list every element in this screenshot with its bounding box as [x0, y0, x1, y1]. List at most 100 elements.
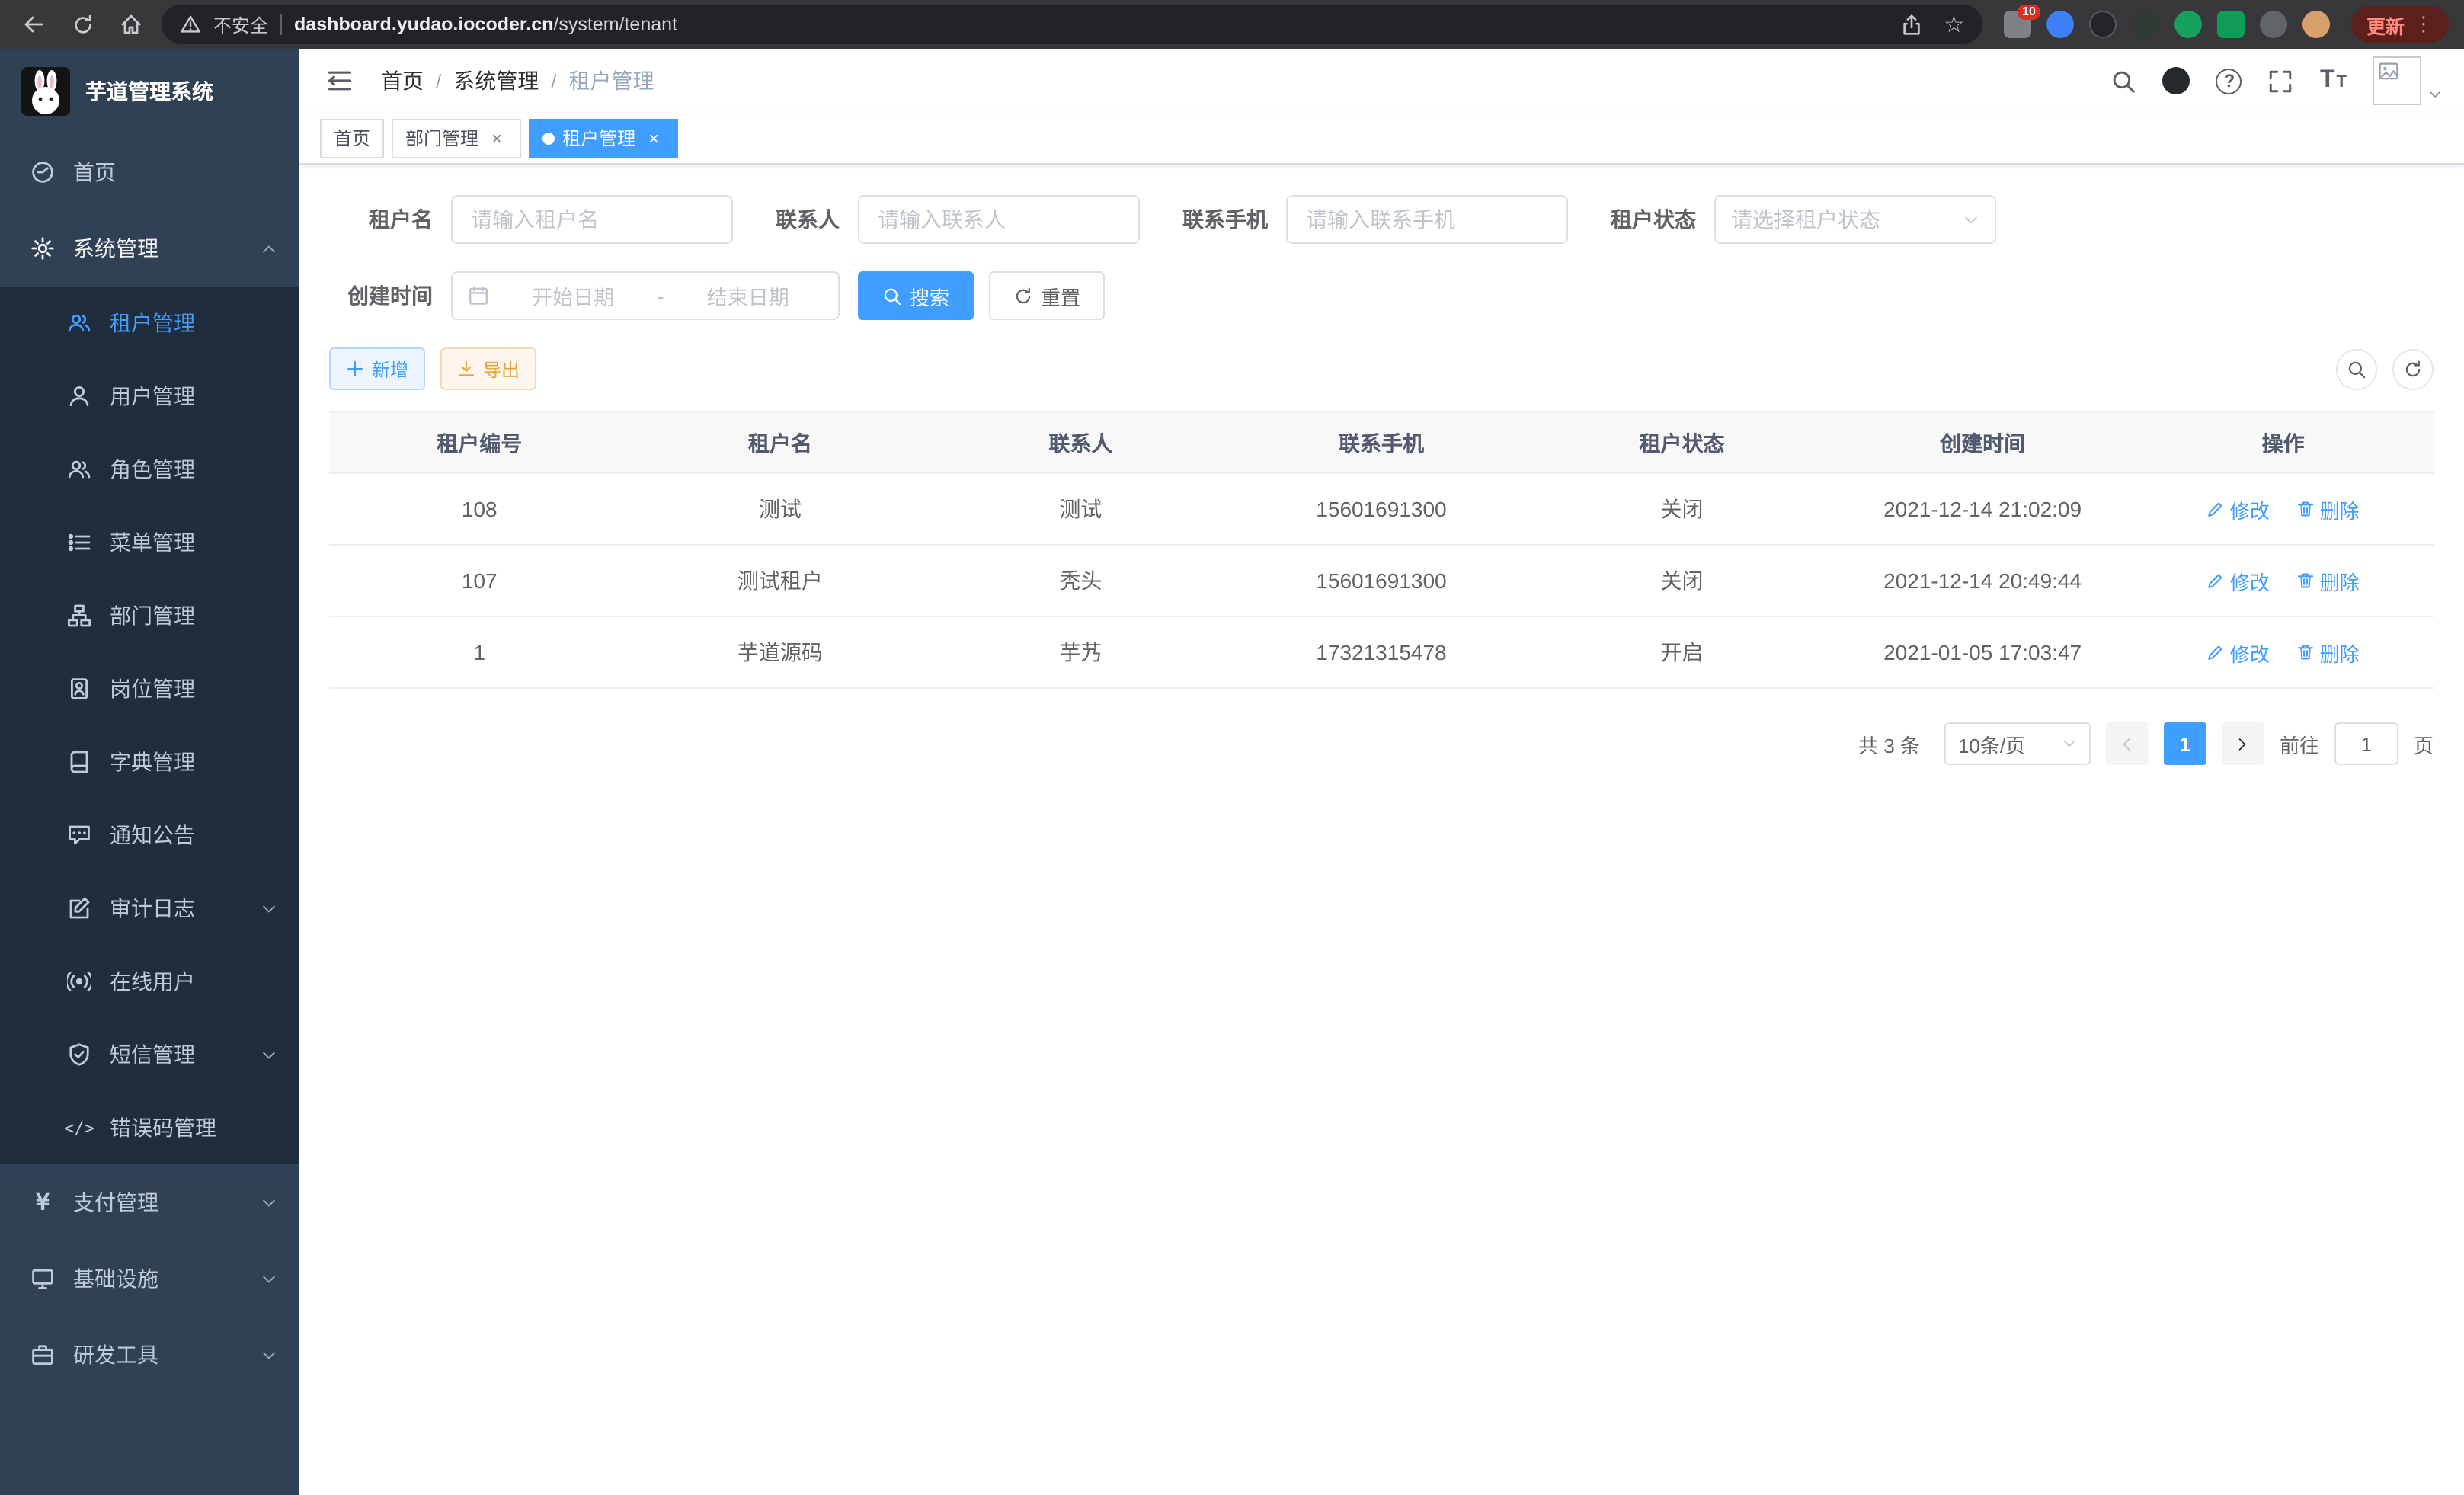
page-content: 租户名 联系人 联系手机 租户状态 请选择租户状态	[299, 165, 2464, 1495]
extension-icon-dark2[interactable]	[2132, 11, 2159, 38]
sidebar-item-devtools[interactable]: 研发工具	[0, 1317, 299, 1393]
toggle-search-button[interactable]	[2336, 348, 2377, 389]
extension-icon-avatar[interactable]	[2302, 11, 2330, 38]
extension-icon-green-square[interactable]	[2217, 11, 2245, 38]
tenant-status-select[interactable]: 请选择租户状态	[1714, 195, 1996, 244]
sidebar-item-sms[interactable]: 短信管理	[0, 1018, 299, 1091]
delete-link[interactable]: 删除	[2297, 638, 2360, 667]
fullscreen-icon[interactable]	[2268, 68, 2294, 94]
next-page-button[interactable]	[2222, 722, 2264, 765]
collapse-sidebar-icon[interactable]	[320, 61, 360, 101]
people-icon	[67, 457, 91, 482]
close-icon[interactable]: ×	[486, 127, 507, 149]
contact-name-input[interactable]	[858, 195, 1140, 244]
sidebar-item-label: 租户管理	[110, 308, 195, 338]
tab-dept[interactable]: 部门管理 ×	[392, 118, 521, 158]
contact-mobile-input[interactable]	[1286, 195, 1568, 244]
delete-label: 删除	[2320, 566, 2360, 595]
create-time-range-picker[interactable]: 开始日期 - 结束日期	[451, 271, 840, 320]
sidebar-item-home[interactable]: 首页	[0, 134, 299, 210]
breadcrumb-home[interactable]: 首页	[381, 66, 424, 96]
url-text: dashboard.yudao.iocoder.cn/system/tenant	[294, 14, 677, 35]
sidebar-item-dict[interactable]: 字典管理	[0, 725, 299, 799]
close-icon[interactable]: ×	[643, 127, 664, 149]
col-created: 创建时间	[1832, 412, 2133, 473]
sidebar-item-label: 短信管理	[110, 1039, 195, 1070]
edit-link[interactable]: 修改	[2207, 638, 2270, 667]
help-icon[interactable]: ?	[2216, 68, 2242, 94]
search-button[interactable]: 搜索	[858, 271, 974, 320]
cell-status: 关闭	[1531, 545, 1832, 616]
extension-icon-tabs[interactable]: 10	[2004, 11, 2031, 38]
goto-page-input[interactable]	[2334, 722, 2398, 765]
chevron-up-icon	[261, 240, 277, 257]
bookmark-star-icon[interactable]: ☆	[1944, 13, 1964, 36]
sidebar-item-dept[interactable]: 部门管理	[0, 579, 299, 652]
delete-link[interactable]: 删除	[2297, 495, 2360, 523]
sidebar-item-notice[interactable]: 通知公告	[0, 799, 299, 872]
avatar-broken-image-icon	[2373, 56, 2421, 105]
dashboard-icon	[30, 160, 55, 184]
book-icon	[67, 750, 91, 774]
reset-button-label: 重置	[1041, 281, 1080, 310]
sidebar-item-online-users[interactable]: 在线用户	[0, 945, 299, 1018]
sidebar-item-user[interactable]: 用户管理	[0, 360, 299, 433]
user-avatar[interactable]	[2373, 56, 2443, 105]
refresh-table-button[interactable]	[2392, 348, 2434, 389]
sidebar-item-role[interactable]: 角色管理	[0, 433, 299, 506]
sidebar-item-label: 支付管理	[73, 1187, 158, 1218]
create-time-label: 创建时间	[329, 280, 451, 311]
sidebar-item-error-code[interactable]: </> 错误码管理	[0, 1091, 299, 1164]
page-size-select[interactable]: 10条/页	[1944, 722, 2091, 765]
briefcase-icon	[30, 1343, 55, 1367]
cell-actions: 修改 删除	[2133, 473, 2434, 545]
sidebar-item-tenant[interactable]: 租户管理	[0, 287, 299, 360]
add-button[interactable]: 新增	[329, 347, 425, 390]
security-label: 不安全	[213, 11, 268, 37]
address-bar[interactable]: 不安全 dashboard.yudao.iocoder.cn/system/te…	[162, 5, 1982, 44]
search-icon[interactable]	[2111, 68, 2137, 94]
sidebar-item-payment[interactable]: ¥ 支付管理	[0, 1164, 299, 1240]
sidebar-item-infrastructure[interactable]: 基础设施	[0, 1240, 299, 1317]
font-size-icon[interactable]: TT	[2320, 67, 2347, 94]
extension-icon-green-circle[interactable]	[2174, 11, 2202, 38]
cell-mobile: 15601691300	[1231, 473, 1532, 545]
tab-home[interactable]: 首页	[320, 118, 384, 158]
browser-home-icon[interactable]	[113, 6, 149, 43]
breadcrumb-system[interactable]: 系统管理	[453, 66, 539, 96]
github-icon[interactable]	[2163, 67, 2190, 94]
extension-icon-dark1[interactable]	[2089, 11, 2117, 38]
screen: 不安全 dashboard.yudao.iocoder.cn/system/te…	[0, 0, 2464, 1495]
export-button[interactable]: 导出	[440, 347, 536, 390]
browser-menu-icon[interactable]: ⋮	[2414, 12, 2434, 37]
yen-icon: ¥	[30, 1190, 55, 1215]
extension-icon-puzzle[interactable]	[2260, 11, 2287, 38]
reset-button[interactable]: 重置	[989, 271, 1105, 320]
delete-label: 删除	[2320, 495, 2360, 523]
edit-square-icon	[67, 896, 91, 920]
sidebar-item-menu[interactable]: 菜单管理	[0, 506, 299, 579]
tenant-table: 租户编号 租户名 联系人 联系手机 租户状态 创建时间 操作 108 测试 测试	[329, 411, 2434, 689]
reload-icon[interactable]	[64, 6, 101, 43]
tab-tenant[interactable]: 租户管理 ×	[529, 118, 678, 158]
update-button[interactable]: 更新 ⋮	[2351, 6, 2449, 43]
sidebar-item-post[interactable]: 岗位管理	[0, 652, 299, 725]
breadcrumb: 首页 / 系统管理 / 租户管理	[381, 66, 654, 96]
back-icon[interactable]	[15, 6, 52, 43]
sidebar-item-system[interactable]: 系统管理	[0, 210, 299, 287]
cell-id: 1	[329, 616, 630, 688]
tenant-name-input[interactable]	[451, 195, 733, 244]
edit-link[interactable]: 修改	[2207, 566, 2270, 595]
cell-id: 107	[329, 545, 630, 616]
share-icon[interactable]	[1899, 13, 1922, 36]
sidebar-item-audit-log[interactable]: 审计日志	[0, 872, 299, 945]
edit-link[interactable]: 修改	[2207, 495, 2270, 523]
delete-link[interactable]: 删除	[2297, 566, 2360, 595]
cell-name: 测试租户	[630, 545, 931, 616]
app-logo[interactable]: 芋道管理系统	[0, 49, 299, 134]
export-button-label: 导出	[483, 356, 520, 382]
extension-icon-blue[interactable]	[2046, 11, 2074, 38]
prev-page-button[interactable]	[2106, 722, 2149, 765]
sidebar-item-label: 首页	[73, 157, 116, 187]
page-number-1[interactable]: 1	[2164, 722, 2206, 765]
